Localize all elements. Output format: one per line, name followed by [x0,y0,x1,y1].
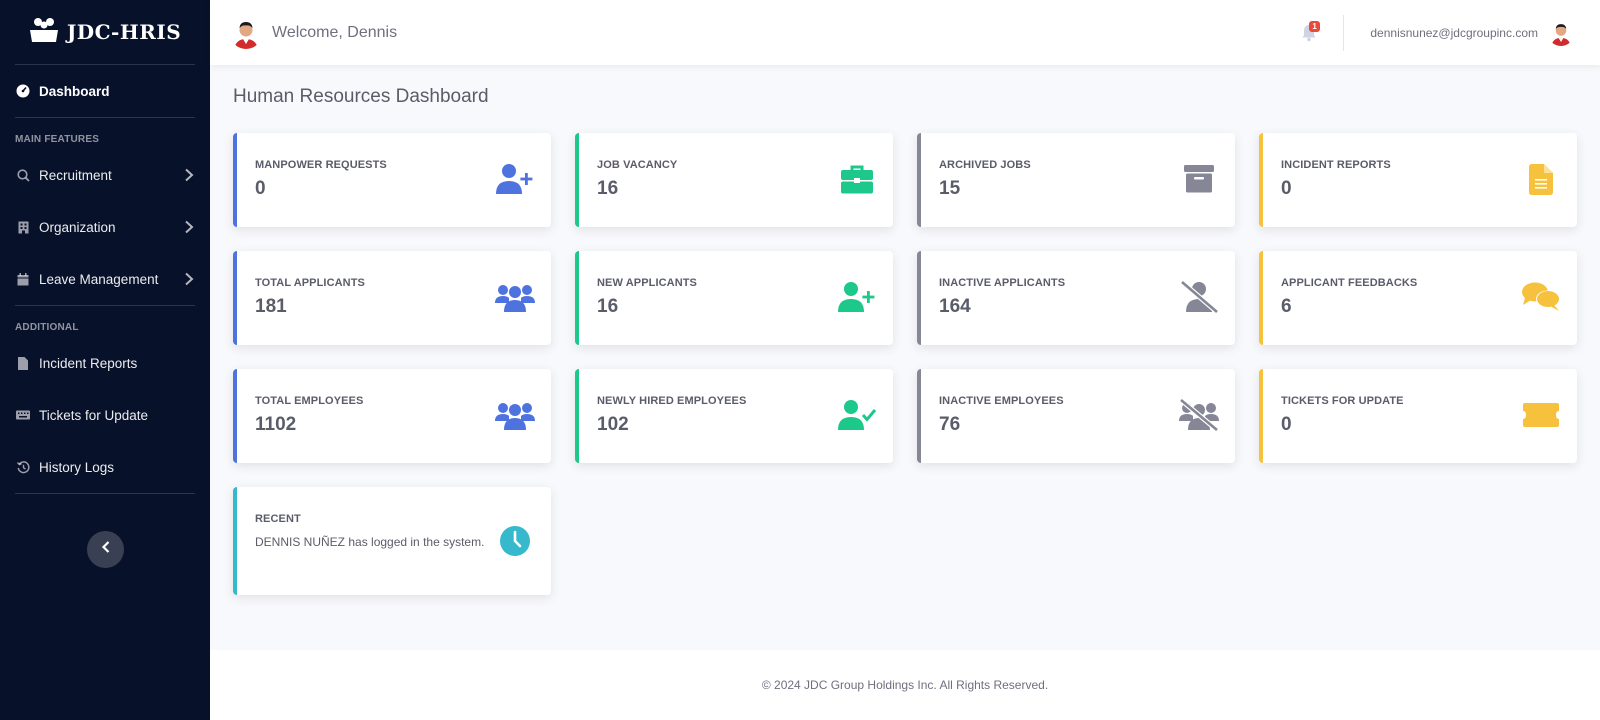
card-archived-jobs[interactable]: ARCHIVED JOBS 15 [917,133,1235,227]
sidebar-item-incident-reports[interactable]: Incident Reports [0,337,210,389]
brand-logo-icon [29,17,59,48]
card-value: 16 [597,178,619,199]
dashboard-gauge-icon [16,84,30,98]
topbar: Welcome, Dennis 1 dennisnunez@jdcgroupin… [210,0,1600,65]
chevron-right-icon [184,168,194,182]
sidebar-item-label: History Logs [39,459,115,475]
user-email[interactable]: dennisnunez@jdcgroupinc.com [1370,26,1538,40]
sidebar-item-label: Recruitment [39,167,112,183]
page-title: Human Resources Dashboard [233,86,489,107]
card-new-applicants[interactable]: NEW APPLICANTS 16 [575,251,893,345]
card-value: 76 [939,414,961,435]
users-icon [495,279,535,315]
sidebar-item-label: Leave Management [39,271,159,287]
keyboard-icon [16,408,30,422]
card-incident-reports[interactable]: INCIDENT REPORTS 0 [1259,133,1577,227]
notifications-button[interactable]: 1 [1301,20,1320,42]
topbar-divider [1343,14,1345,51]
chevron-right-icon [184,220,194,234]
file-icon [16,356,30,370]
sidebar-heading-additional: ADDITIONAL [15,322,79,333]
card-value: 15 [939,178,961,199]
card-label: TOTAL EMPLOYEES [255,395,364,407]
topbar-right: 1 dennisnunez@jdcgroupinc.com [1301,0,1574,65]
card-label: INACTIVE APPLICANTS [939,277,1066,289]
users-icon [495,397,535,433]
card-label: APPLICANT FEEDBACKS [1281,277,1418,289]
sidebar-item-leave-management[interactable]: Leave Management [0,253,210,305]
card-manpower-requests[interactable]: MANPOWER REQUESTS 0 [233,133,551,227]
card-label: NEW APPLICANTS [597,277,697,289]
card-label: TOTAL APPLICANTS [255,277,365,289]
ticket-icon [1521,397,1561,433]
briefcase-icon [837,161,877,197]
card-label: NEWLY HIRED EMPLOYEES [597,395,747,407]
card-label: INACTIVE EMPLOYEES [939,395,1064,407]
card-label: INCIDENT REPORTS [1281,159,1391,171]
sidebar-item-history-logs[interactable]: History Logs [0,441,210,493]
card-job-vacancy[interactable]: JOB VACANCY 16 [575,133,893,227]
users-slash-icon [1179,397,1219,433]
sidebar-item-label: Organization [39,219,116,235]
card-total-employees[interactable]: TOTAL EMPLOYEES 1102 [233,369,551,463]
card-recent-activity: RECENT DENNIS NUÑEZ has logged in the sy… [233,487,551,595]
card-value: 181 [255,296,287,317]
sidebar-item-tickets-for-update[interactable]: Tickets for Update [0,389,210,441]
card-value: 0 [1281,414,1292,435]
user-check-icon [837,397,877,433]
welcome-message: Welcome, Dennis [272,23,398,41]
user-plus-icon [837,279,877,315]
card-value: 16 [597,296,619,317]
file-icon [1521,161,1561,197]
card-value: 102 [597,414,629,435]
recent-activity-text: DENNIS NUÑEZ has logged in the system. [255,535,485,549]
notification-badge: 1 [1309,20,1320,32]
card-value: 0 [255,178,266,199]
card-tickets-for-update[interactable]: TICKETS FOR UPDATE 0 [1259,369,1577,463]
user-avatar[interactable] [1548,19,1574,46]
card-value: 1102 [255,414,297,435]
user-plus-icon [495,161,535,197]
card-total-applicants[interactable]: TOTAL APPLICANTS 181 [233,251,551,345]
card-inactive-applicants[interactable]: INACTIVE APPLICANTS 164 [917,251,1235,345]
card-value: 164 [939,296,971,317]
sidebar-item-label: Dashboard [39,83,110,99]
building-icon [16,220,30,234]
chevron-right-icon [184,272,194,286]
card-label: TICKETS FOR UPDATE [1281,395,1404,407]
copyright-text: © 2024 JDC Group Holdings Inc. All Right… [761,678,1049,692]
brand-name: JDC-HRIS [66,20,182,44]
sidebar-divider [15,493,195,494]
card-label: JOB VACANCY [597,159,678,171]
footer: © 2024 JDC Group Holdings Inc. All Right… [210,650,1600,720]
sidebar-heading-main: MAIN FEATURES [15,134,100,145]
card-label: ARCHIVED JOBS [939,159,1031,171]
chevron-left-icon [101,540,111,559]
card-newly-hired-employees[interactable]: NEWLY HIRED EMPLOYEES 102 [575,369,893,463]
user-slash-icon [1179,279,1219,315]
card-value: 0 [1281,178,1292,199]
card-inactive-employees[interactable]: INACTIVE EMPLOYEES 76 [917,369,1235,463]
card-applicant-feedbacks[interactable]: APPLICANT FEEDBACKS 6 [1259,251,1577,345]
search-icon [16,168,30,182]
card-label: RECENT [255,513,301,525]
card-value: 6 [1281,296,1292,317]
sidebar-item-dashboard[interactable]: Dashboard [0,65,210,117]
history-icon [16,460,30,474]
archive-icon [1179,161,1219,197]
sidebar-item-label: Tickets for Update [39,407,149,423]
comments-icon [1521,279,1561,315]
sidebar: JDC-HRIS Dashboard MAIN FEATURES Recruit… [0,0,210,720]
calendar-icon [16,272,30,286]
brand[interactable]: JDC-HRIS [15,0,195,65]
clock-icon [495,523,535,559]
avatar[interactable] [230,16,262,49]
sidebar-item-organization[interactable]: Organization [0,201,210,253]
sidebar-toggle-button[interactable] [87,531,124,568]
card-label: MANPOWER REQUESTS [255,159,387,171]
sidebar-item-label: Incident Reports [39,355,138,371]
sidebar-item-recruitment[interactable]: Recruitment [0,149,210,201]
